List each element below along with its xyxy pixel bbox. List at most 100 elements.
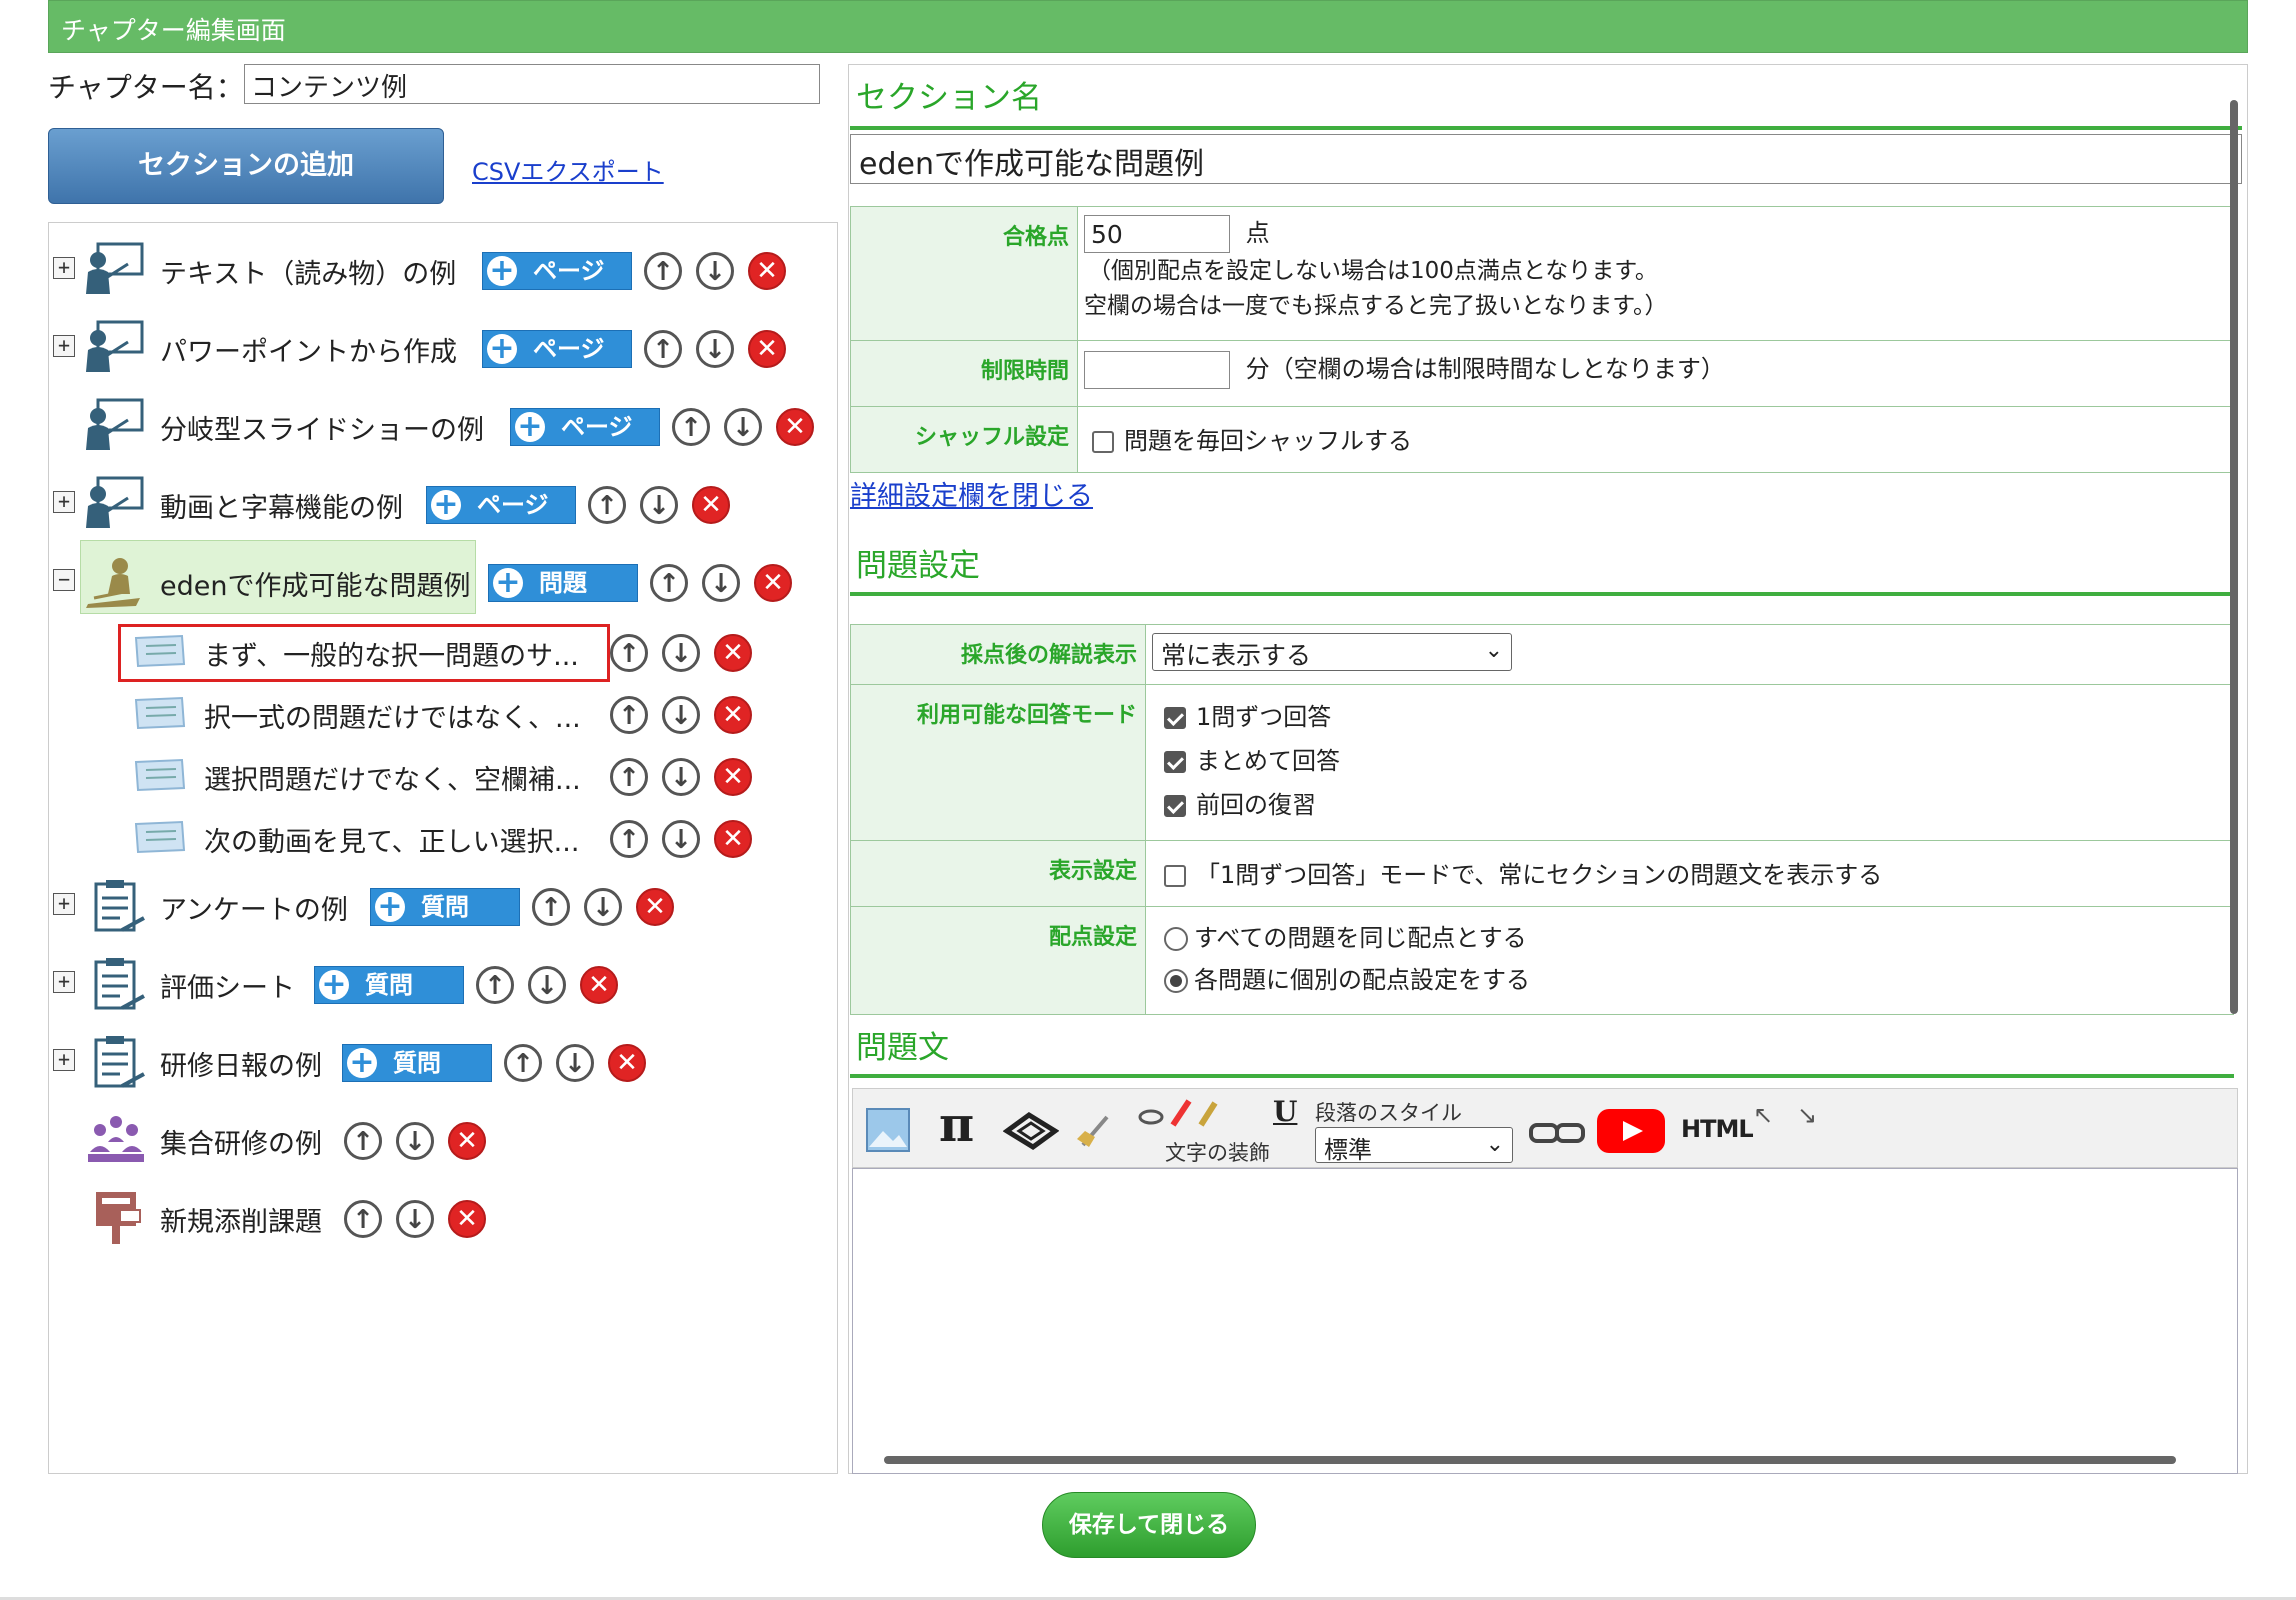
delete-icon[interactable]: ✕ <box>714 696 752 734</box>
add-survey-question-button[interactable]: + 質問 <box>314 966 464 1004</box>
add-page-button[interactable]: + ページ <box>482 330 632 368</box>
move-up-icon[interactable]: ↑ <box>650 564 688 602</box>
delete-icon[interactable]: ✕ <box>776 408 814 446</box>
passing-score-input[interactable]: 50 <box>1084 215 1230 253</box>
move-down-icon[interactable]: ↓ <box>640 486 678 524</box>
tree-item-label[interactable]: 研修日報の例 <box>160 1044 322 1083</box>
collapse-arrow-icon[interactable]: ↖ <box>1753 1101 1773 1129</box>
paragraph-style-select[interactable]: 標準 ⌄ <box>1315 1127 1513 1164</box>
answer-mode-checkbox[interactable] <box>1164 751 1186 773</box>
expand-toggle[interactable]: + <box>53 1049 75 1071</box>
add-page-button[interactable]: + ページ <box>482 252 632 290</box>
answer-mode-checkbox[interactable] <box>1164 795 1186 817</box>
link-icon[interactable] <box>1529 1119 1585 1147</box>
tree-item-label[interactable]: edenで作成可能な問題例 <box>160 564 470 603</box>
move-down-icon[interactable]: ↓ <box>528 966 566 1004</box>
horizontal-scrollbar[interactable] <box>884 1456 2176 1464</box>
shape-icon[interactable] <box>1003 1109 1059 1153</box>
delete-icon[interactable]: ✕ <box>714 820 752 858</box>
delete-icon[interactable]: ✕ <box>448 1200 486 1238</box>
close-detail-settings-link[interactable]: 詳細設定欄を閉じる <box>850 474 1093 513</box>
delete-icon[interactable]: ✕ <box>636 888 674 926</box>
add-survey-question-button[interactable]: + 質問 <box>342 1044 492 1082</box>
tree-item-label[interactable]: 分岐型スライドショーの例 <box>160 408 484 447</box>
move-up-icon[interactable]: ↑ <box>672 408 710 446</box>
delete-icon[interactable]: ✕ <box>580 966 618 1004</box>
delete-icon[interactable]: ✕ <box>748 252 786 290</box>
move-down-icon[interactable]: ↓ <box>662 634 700 672</box>
expand-toggle[interactable]: + <box>53 491 75 513</box>
tree-item-label[interactable]: 評価シート <box>160 966 295 1005</box>
explanation-display-select[interactable]: 常に表示する ⌄ <box>1152 633 1512 671</box>
question-text-editor[interactable] <box>852 1168 2238 1474</box>
delete-icon[interactable]: ✕ <box>448 1122 486 1160</box>
move-down-icon[interactable]: ↓ <box>662 820 700 858</box>
question-item-label[interactable]: 択一式の問題だけではなく、... <box>204 696 581 735</box>
scoring-radio[interactable] <box>1164 927 1188 951</box>
delete-icon[interactable]: ✕ <box>754 564 792 602</box>
tree-item-label[interactable]: アンケートの例 <box>160 888 348 927</box>
question-item-label[interactable]: まず、一般的な択一問題のサ... <box>204 634 579 673</box>
tree-item-label[interactable]: 新規添削課題 <box>160 1200 322 1239</box>
move-up-icon[interactable]: ↑ <box>504 1044 542 1082</box>
add-question-button[interactable]: + 問題 <box>488 564 638 602</box>
add-survey-question-button[interactable]: + 質問 <box>370 888 520 926</box>
move-up-icon[interactable]: ↑ <box>610 634 648 672</box>
expand-toggle[interactable]: + <box>53 335 75 357</box>
underline-icon[interactable]: U <box>1273 1095 1297 1128</box>
move-up-icon[interactable]: ↑ <box>588 486 626 524</box>
move-down-icon[interactable]: ↓ <box>662 758 700 796</box>
move-up-icon[interactable]: ↑ <box>610 758 648 796</box>
tree-item-label[interactable]: テキスト（読み物）の例 <box>160 252 456 291</box>
move-down-icon[interactable]: ↓ <box>724 408 762 446</box>
add-page-button[interactable]: + ページ <box>510 408 660 446</box>
move-down-icon[interactable]: ↓ <box>702 564 740 602</box>
math-pi-icon[interactable]: π <box>939 1097 974 1153</box>
move-down-icon[interactable]: ↓ <box>396 1122 434 1160</box>
youtube-icon[interactable] <box>1597 1107 1665 1155</box>
question-item-label[interactable]: 選択問題だけでなく、空欄補... <box>204 758 581 797</box>
tree-item-label[interactable]: 集合研修の例 <box>160 1122 322 1161</box>
display-setting-checkbox[interactable] <box>1164 865 1186 887</box>
expand-toggle[interactable]: + <box>53 257 75 279</box>
add-page-button[interactable]: + ページ <box>426 486 576 524</box>
move-down-icon[interactable]: ↓ <box>696 252 734 290</box>
move-up-icon[interactable]: ↑ <box>644 252 682 290</box>
move-up-icon[interactable]: ↑ <box>610 696 648 734</box>
move-up-icon[interactable]: ↑ <box>344 1200 382 1238</box>
move-down-icon[interactable]: ↓ <box>696 330 734 368</box>
move-down-icon[interactable]: ↓ <box>662 696 700 734</box>
move-up-icon[interactable]: ↑ <box>610 820 648 858</box>
move-up-icon[interactable]: ↑ <box>644 330 682 368</box>
chapter-name-input[interactable]: コンテンツ例 <box>244 64 820 104</box>
collapse-toggle[interactable]: − <box>53 569 75 591</box>
move-up-icon[interactable]: ↑ <box>532 888 570 926</box>
move-up-icon[interactable]: ↑ <box>476 966 514 1004</box>
save-and-close-button[interactable]: 保存して閉じる <box>1042 1492 1256 1558</box>
delete-icon[interactable]: ✕ <box>608 1044 646 1082</box>
expand-arrow-icon[interactable]: ↘ <box>1797 1101 1817 1129</box>
add-section-button[interactable]: セクションの追加 <box>48 128 444 204</box>
shuffle-checkbox[interactable] <box>1092 431 1114 453</box>
expand-toggle[interactable]: + <box>53 893 75 915</box>
tree-item-label[interactable]: パワーポイントから作成 <box>160 330 457 369</box>
move-up-icon[interactable]: ↑ <box>344 1122 382 1160</box>
answer-mode-checkbox[interactable] <box>1164 707 1186 729</box>
move-down-icon[interactable]: ↓ <box>584 888 622 926</box>
insert-image-icon[interactable] <box>865 1107 911 1153</box>
move-down-icon[interactable]: ↓ <box>396 1200 434 1238</box>
clear-format-broom-icon[interactable] <box>1075 1109 1115 1149</box>
move-down-icon[interactable]: ↓ <box>556 1044 594 1082</box>
delete-icon[interactable]: ✕ <box>748 330 786 368</box>
tree-item-label[interactable]: 動画と字幕機能の例 <box>160 486 403 525</box>
delete-icon[interactable]: ✕ <box>692 486 730 524</box>
vertical-scrollbar[interactable] <box>2230 100 2238 1014</box>
csv-export-link[interactable]: CSVエクスポート <box>472 152 664 187</box>
question-item-label[interactable]: 次の動画を見て、正しい選択... <box>204 820 579 859</box>
section-name-input[interactable]: edenで作成可能な問題例 <box>850 134 2242 184</box>
delete-icon[interactable]: ✕ <box>714 634 752 672</box>
scoring-radio[interactable] <box>1164 969 1188 993</box>
expand-toggle[interactable]: + <box>53 971 75 993</box>
delete-icon[interactable]: ✕ <box>714 758 752 796</box>
time-limit-input[interactable] <box>1084 351 1230 389</box>
